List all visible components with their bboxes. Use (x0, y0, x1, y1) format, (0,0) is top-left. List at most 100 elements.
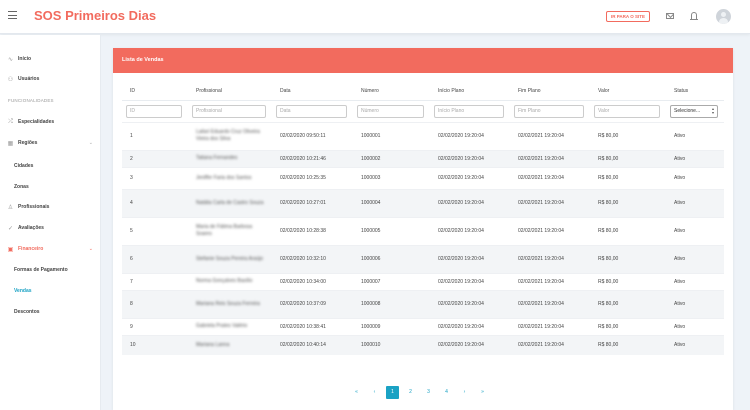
column-header-data[interactable]: Data (272, 82, 353, 101)
page-next-button[interactable]: › (458, 386, 471, 399)
column-header-inicio[interactable]: Início Plano (430, 82, 510, 101)
cell-data: 02/02/2020 10:27:01 (272, 188, 353, 217)
menu-icon[interactable] (8, 11, 17, 19)
cell-valor: R$ 80,00 (590, 188, 666, 217)
page-3-button[interactable]: 3 (422, 386, 435, 399)
cell-profissional: Tatiana Fernandes (188, 149, 272, 167)
table-row[interactable]: 8 Mariana Reis Souza Ferreira 02/02/2020 1… (122, 289, 724, 318)
column-header-id[interactable]: ID (122, 82, 188, 101)
cell-valor: R$ 80,00 (590, 149, 666, 167)
blurred-name: Stefanie Souza Pereira Araújo (196, 255, 263, 262)
brand-title[interactable]: SOS Primeiros Dias (34, 8, 156, 23)
table-row[interactable]: 2 Tatiana Fernandes 02/02/2020 10:21:46 100… (122, 149, 724, 167)
cell-status: Ativo (666, 317, 724, 335)
wallet-icon: ▣ (7, 246, 14, 253)
shuffle-icon: ⤮ (8, 118, 13, 125)
table-row[interactable]: 5 Maria de Fátima Barbosa Soares 02/02/202… (122, 216, 724, 245)
sidebar-item-profissionais[interactable]: ♙ Profissionais (0, 198, 101, 216)
map-icon: ▦ (7, 140, 14, 147)
cell-id: 8 (122, 289, 188, 318)
sidebar-item-avaliacoes[interactable]: ✓ Avaliações (0, 219, 101, 237)
filter-valor[interactable] (594, 104, 660, 118)
cell-valor: R$ 80,00 (590, 317, 666, 335)
sidebar-item-vendas[interactable]: Vendas (14, 288, 32, 294)
column-header-numero[interactable]: Número (353, 82, 430, 101)
cell-status: Ativo (666, 216, 724, 245)
cell-id: 5 (122, 216, 188, 245)
cell-inicio-plano: 02/02/2020 19:20:04 (430, 272, 510, 290)
sidebar-item-zonas[interactable]: Zonas (14, 184, 29, 190)
avatar[interactable] (716, 9, 731, 24)
cell-data: 02/02/2020 10:38:41 (272, 317, 353, 335)
blurred-name: Tatiana Fernandes (196, 155, 238, 161)
column-header-fim[interactable]: Fim Plano (510, 82, 590, 101)
blurred-name: Mariana Reis Souza Ferreira (196, 300, 260, 307)
filter-status-select[interactable]: Selecione... ▴ ▾ (670, 104, 718, 118)
sidebar: ∿ Início ⚇ Usuários FUNCIONALIDADES ⤮ Es… (0, 35, 101, 410)
page-last-button[interactable]: » (476, 386, 489, 399)
cell-valor: R$ 80,00 (590, 289, 666, 318)
blurred-name: Jeniffer Faria dos Santos (196, 174, 252, 181)
page-first-button[interactable]: « (350, 386, 363, 399)
sidebar-item-financeiro[interactable]: ▣ Financeiro ⌄ (0, 240, 101, 258)
sidebar-item-formas-pagamento[interactable]: Formas de Pagamento (14, 267, 68, 273)
sidebar-item-label: Usuários (18, 76, 40, 82)
cell-id: 10 (122, 334, 188, 355)
table-row[interactable]: 1 Lailari Eduardo Cruz Oliveira Vieira do… (122, 121, 724, 150)
page-2-button[interactable]: 2 (404, 386, 417, 399)
cell-valor: R$ 80,00 (590, 334, 666, 355)
page-1-button[interactable]: 1 (386, 386, 399, 399)
cell-valor: R$ 80,00 (590, 216, 666, 245)
table-row[interactable]: 9 Gabriela Prates Valério 02/02/2020 10:38… (122, 317, 724, 335)
cell-id: 2 (122, 149, 188, 167)
blurred-name: Lailari Eduardo Cruz Oliveira Vieira dos… (196, 129, 260, 142)
sidebar-item-cidades[interactable]: Cidades (14, 163, 33, 169)
cell-profissional: Natália Carla de Castro Souza (188, 188, 272, 217)
cell-inicio-plano: 02/02/2020 19:20:04 (430, 188, 510, 217)
filter-inicio[interactable] (434, 104, 504, 118)
cell-fim-plano: 02/02/2021 19:20:04 (510, 166, 590, 189)
cell-data: 02/02/2020 10:37:09 (272, 289, 353, 318)
sidebar-item-especialidades[interactable]: ⤮ Especialidades (0, 113, 101, 131)
cell-data: 02/02/2020 10:34:00 (272, 272, 353, 290)
filter-id[interactable] (126, 104, 182, 118)
cell-numero: 1000002 (353, 149, 430, 167)
sidebar-item-inicio[interactable]: ∿ Início (0, 50, 101, 68)
sidebar-item-usuarios[interactable]: ⚇ Usuários (0, 70, 101, 88)
sidebar-item-regioes[interactable]: ▦ Regiões ⌄ (0, 134, 101, 152)
cell-status: Ativo (666, 272, 724, 290)
table-row[interactable]: 10 Mariana Lanna 02/02/2020 10:40:14 100001… (122, 334, 724, 355)
table-row[interactable]: 7 Norma Gonçalves Basílio 02/02/2020 10:34… (122, 272, 724, 290)
cell-valor: R$ 80,00 (590, 244, 666, 273)
cell-data: 02/02/2020 10:32:10 (272, 244, 353, 273)
top-bar: SOS Primeiros Dias IR PARA O SITE (0, 0, 750, 34)
cell-fim-plano: 02/02/2021 19:20:04 (510, 244, 590, 273)
table-row[interactable]: 3 Jeniffer Faria dos Santos 02/02/2020 10:… (122, 166, 724, 189)
cell-valor: R$ 80,00 (590, 272, 666, 290)
cell-fim-plano: 02/02/2021 19:20:04 (510, 216, 590, 245)
filter-data[interactable] (276, 104, 347, 118)
mail-icon[interactable] (666, 13, 674, 19)
sidebar-item-label: Início (18, 56, 32, 62)
column-header-profissional[interactable]: Profissional (188, 82, 272, 101)
cell-status: Ativo (666, 188, 724, 217)
card-title: Lista de Vendas (113, 48, 733, 73)
cell-inicio-plano: 02/02/2020 19:20:04 (430, 244, 510, 273)
cell-inicio-plano: 02/02/2020 19:20:04 (430, 121, 510, 150)
filter-profissional[interactable] (192, 104, 266, 118)
table-row[interactable]: 4 Natália Carla de Castro Souza 02/02/2020… (122, 188, 724, 217)
page-4-button[interactable]: 4 (440, 386, 453, 399)
bell-icon[interactable] (690, 12, 698, 20)
filter-fim[interactable] (514, 104, 584, 118)
cell-fim-plano: 02/02/2021 19:20:04 (510, 334, 590, 355)
blurred-name: Mariana Lanna (196, 341, 230, 348)
filter-numero[interactable] (357, 104, 424, 118)
table-row[interactable]: 6 Stefanie Souza Pereira Araújo 02/02/2020… (122, 244, 724, 273)
column-header-status[interactable]: Status (666, 82, 724, 101)
column-header-valor[interactable]: Valor (590, 82, 666, 101)
page-prev-button[interactable]: ‹ (368, 386, 381, 399)
sidebar-item-descontos[interactable]: Descontos (14, 309, 40, 315)
cell-valor: R$ 80,00 (590, 121, 666, 150)
cell-id: 6 (122, 244, 188, 273)
go-to-site-button[interactable]: IR PARA O SITE (606, 11, 651, 22)
